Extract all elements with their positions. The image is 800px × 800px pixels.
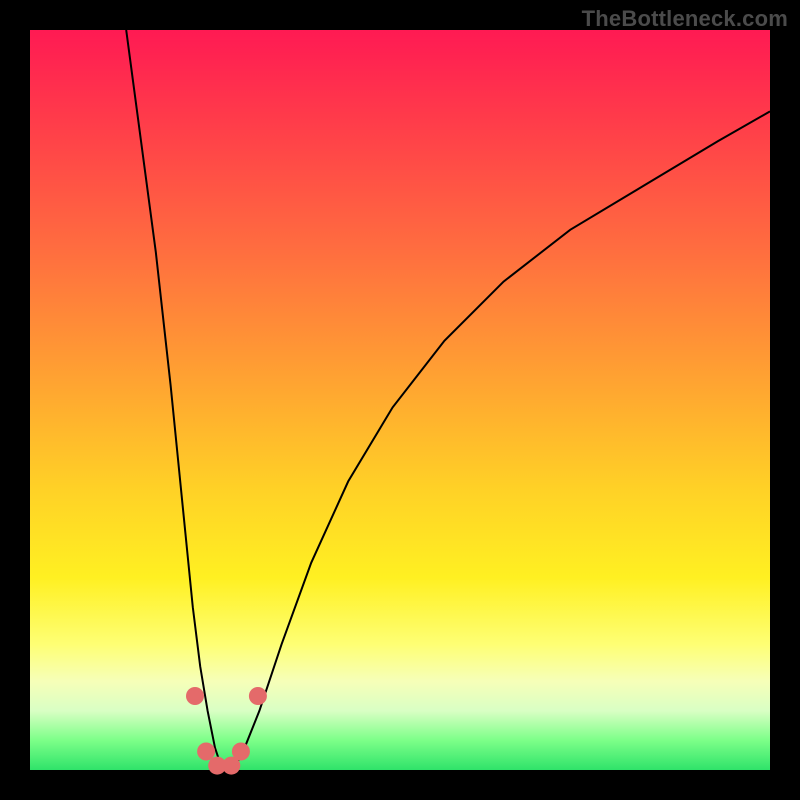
curve-svg — [30, 30, 770, 770]
highlight-dots — [186, 687, 267, 775]
highlight-dot — [232, 743, 250, 761]
plot-area — [30, 30, 770, 770]
bottleneck-curve-path — [126, 30, 770, 770]
highlight-dot — [249, 687, 267, 705]
watermark-text: TheBottleneck.com — [582, 6, 788, 32]
bottleneck-curve — [126, 30, 770, 770]
chart-frame: TheBottleneck.com — [0, 0, 800, 800]
highlight-dot — [186, 687, 204, 705]
highlight-dot — [197, 743, 215, 761]
